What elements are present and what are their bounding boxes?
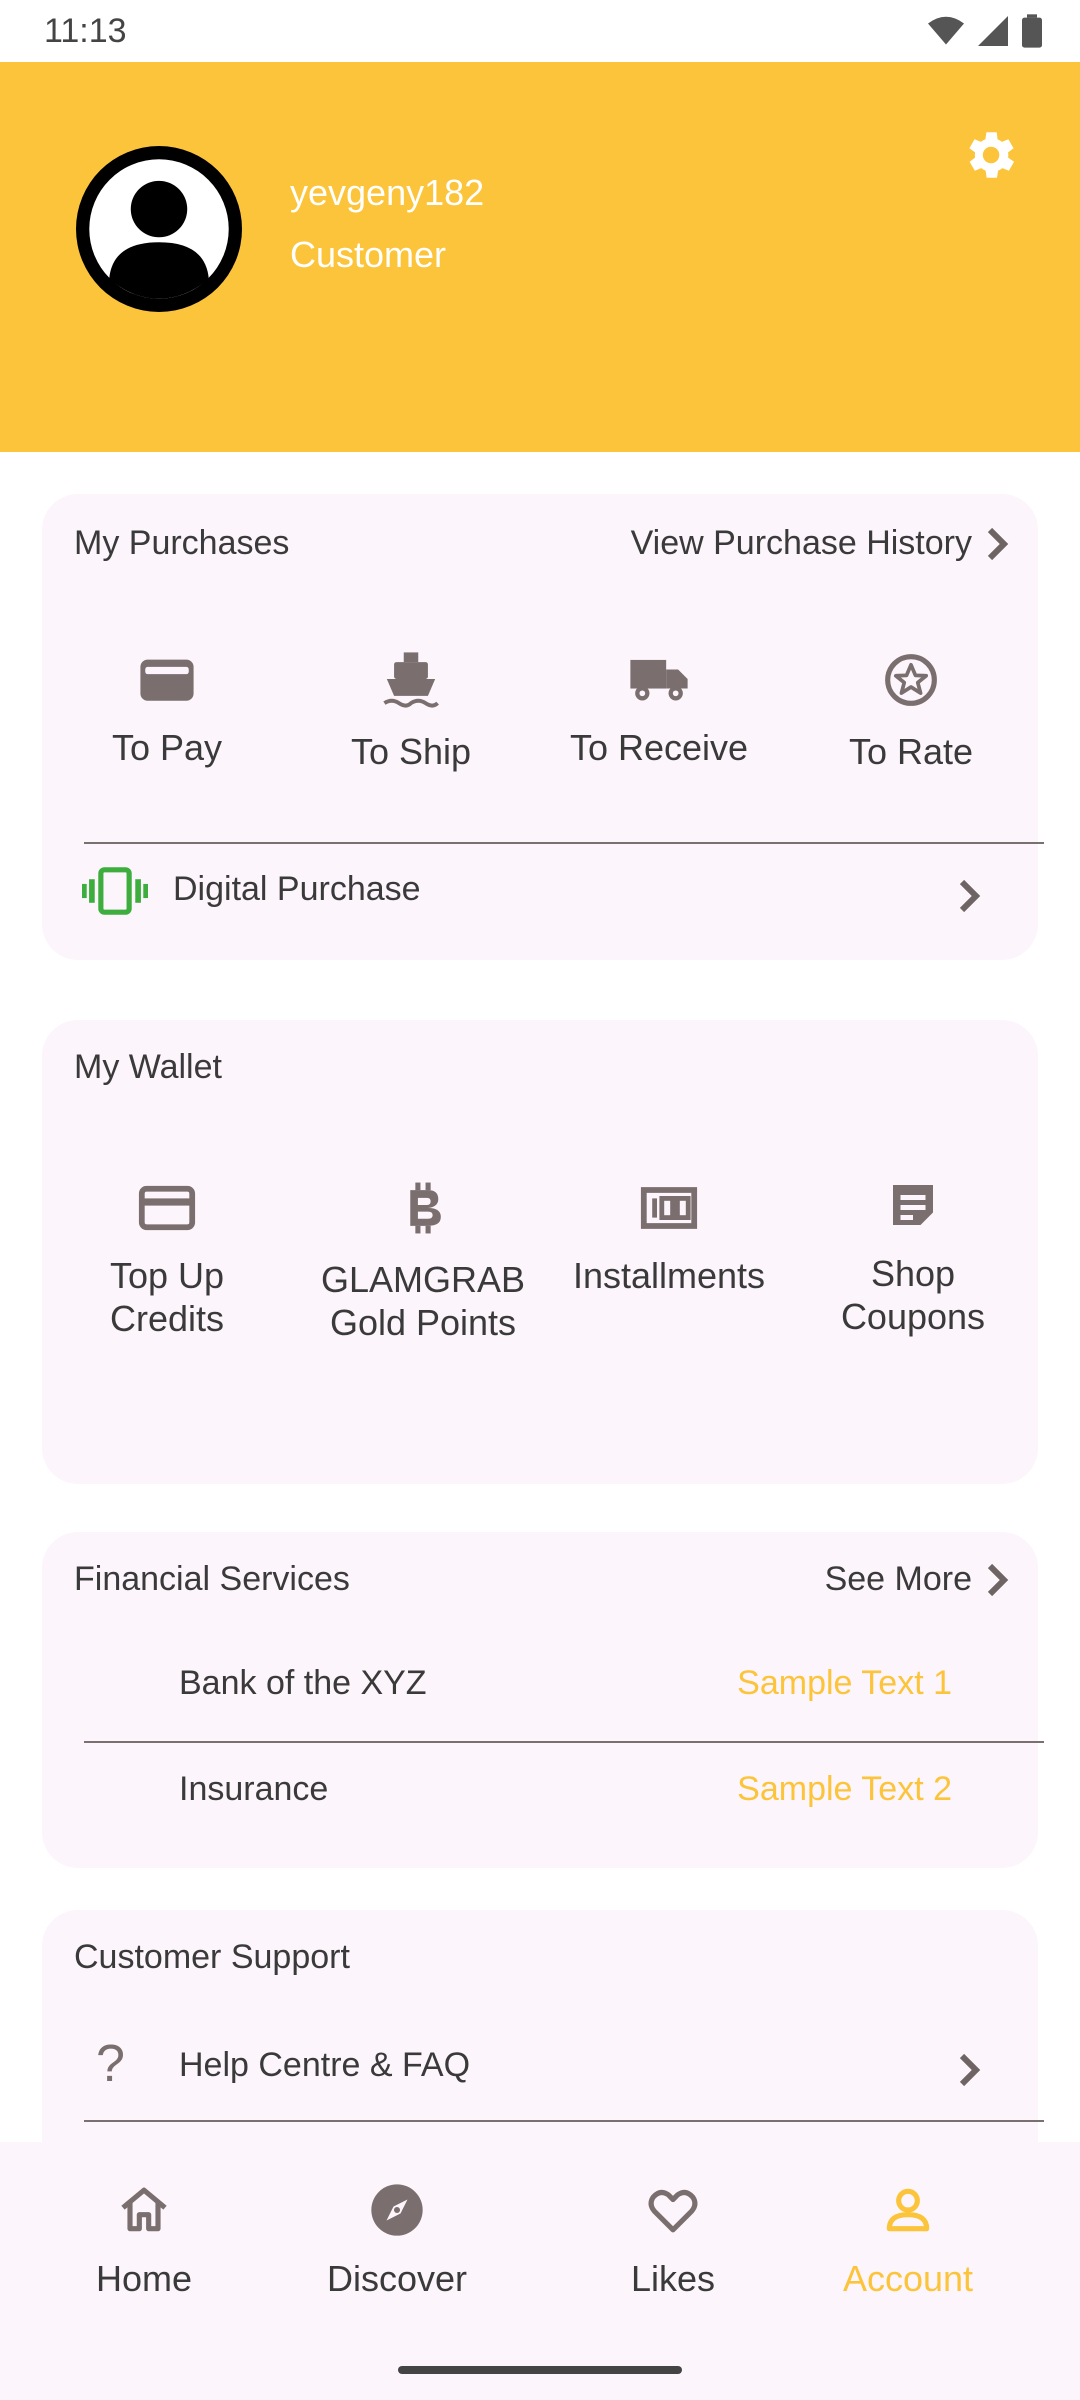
to-ship-label: To Ship bbox=[350, 731, 472, 772]
digital-purchase-row[interactable]: Digital Purchase bbox=[42, 846, 1038, 936]
insurance-row[interactable]: Insurance Sample Text 2 bbox=[42, 1746, 1038, 1836]
star-circle-icon bbox=[885, 654, 937, 706]
support-divider bbox=[84, 2120, 1044, 2122]
top-up-line2: Credits bbox=[109, 1298, 224, 1339]
to-pay-label: To Pay bbox=[111, 727, 223, 768]
question-icon: ? bbox=[96, 2035, 125, 2093]
bottom-nav: Home Discover Likes Account bbox=[0, 2142, 1080, 2400]
nav-home[interactable]: Home bbox=[44, 2182, 244, 2300]
shop-coupons-label: Shop Coupons bbox=[841, 1252, 985, 1338]
gold-points-line2: Gold Points bbox=[329, 1302, 517, 1343]
account-icon bbox=[886, 2188, 930, 2232]
profile-header: yevgeny182 Customer bbox=[0, 62, 1080, 452]
wallet-title: My Wallet bbox=[74, 1048, 222, 1086]
nav-account-label: Account bbox=[842, 2258, 974, 2299]
home-icon bbox=[121, 2187, 167, 2232]
chevron-right-icon bbox=[987, 1563, 1009, 1596]
shop-coupons-line1: Shop bbox=[870, 1253, 956, 1294]
top-up-credits-label: Top Up Credits bbox=[110, 1254, 224, 1340]
credit-card-icon bbox=[138, 1185, 196, 1231]
financial-services-title: Financial Services bbox=[74, 1560, 350, 1598]
chevron-right-icon bbox=[959, 2053, 981, 2087]
nav-home-label: Home bbox=[95, 2258, 193, 2299]
bank-label: Bank of the XYZ bbox=[179, 1664, 427, 1702]
bitcoin-icon bbox=[410, 1182, 441, 1234]
vibration-icon bbox=[82, 867, 148, 915]
top-up-line1: Top Up bbox=[109, 1255, 225, 1296]
coupon-icon bbox=[893, 1185, 933, 1225]
shop-coupons-line2: Coupons bbox=[840, 1296, 986, 1337]
status-time: 11:13 bbox=[44, 12, 127, 50]
wallet-icon bbox=[140, 659, 194, 701]
avatar-icon[interactable] bbox=[76, 146, 242, 312]
bank-row[interactable]: Bank of the XYZ Sample Text 1 bbox=[42, 1640, 1038, 1730]
insurance-label: Insurance bbox=[179, 1770, 329, 1808]
heart-icon bbox=[648, 2189, 698, 2233]
username: yevgeny182 bbox=[290, 172, 485, 213]
help-centre-row[interactable]: ? Help Centre & FAQ bbox=[42, 2024, 1038, 2114]
nav-likes[interactable]: Likes bbox=[573, 2182, 773, 2300]
signal-icon bbox=[978, 16, 1008, 46]
compass-icon bbox=[371, 2184, 423, 2236]
gold-points-button[interactable]: GLAMGRAB Gold Points bbox=[318, 1180, 528, 1344]
nav-likes-label: Likes bbox=[630, 2258, 716, 2299]
chevron-right-icon bbox=[987, 527, 1009, 560]
gold-points-line1: GLAMGRAB bbox=[320, 1259, 526, 1300]
purchases-card: My Purchases View Purchase History To Pa… bbox=[42, 494, 1044, 960]
to-rate-label: To Rate bbox=[848, 731, 974, 772]
wifi-icon bbox=[928, 16, 964, 45]
help-centre-label: Help Centre & FAQ bbox=[179, 2046, 471, 2084]
financial-divider bbox=[84, 1741, 1044, 1743]
purchases-divider bbox=[84, 842, 1044, 844]
top-up-credits-button[interactable]: Top Up Credits bbox=[82, 1184, 252, 1340]
chevron-right-icon bbox=[959, 879, 981, 913]
ship-icon bbox=[383, 652, 439, 708]
nav-discover[interactable]: Discover bbox=[297, 2182, 497, 2300]
see-more-link[interactable]: See More bbox=[825, 1560, 1010, 1599]
to-rate-button[interactable]: To Rate bbox=[826, 652, 996, 773]
status-icons bbox=[928, 14, 1042, 48]
to-ship-button[interactable]: To Ship bbox=[326, 650, 496, 773]
money-icon bbox=[640, 1187, 698, 1229]
wallet-card: My Wallet Top Up Credits GLAMGRAB Gold P… bbox=[42, 1020, 1038, 1484]
truck-icon bbox=[630, 659, 688, 701]
battery-icon bbox=[1022, 14, 1042, 48]
purchases-title: My Purchases bbox=[74, 524, 290, 562]
nav-account[interactable]: Account bbox=[808, 2182, 1008, 2300]
status-bar: 11:13 bbox=[0, 0, 1080, 62]
installments-label: Installments bbox=[572, 1255, 766, 1296]
home-indicator bbox=[398, 2366, 682, 2374]
insurance-value: Sample Text 2 bbox=[737, 1770, 952, 1808]
digital-purchase-label: Digital Purchase bbox=[173, 870, 421, 908]
installments-button[interactable]: Installments bbox=[564, 1184, 774, 1297]
to-receive-button-main[interactable]: To Receive bbox=[564, 654, 754, 769]
view-purchase-history-link[interactable]: View Purchase History bbox=[631, 524, 1010, 563]
to-pay-button[interactable]: To Pay bbox=[82, 654, 252, 769]
shop-coupons-button[interactable]: Shop Coupons bbox=[828, 1180, 998, 1338]
customer-support-title: Customer Support bbox=[74, 1938, 350, 1976]
financial-services-card: Financial Services See More Bank of the … bbox=[42, 1532, 1044, 1868]
to-receive-label: To Receive bbox=[569, 727, 749, 768]
gear-icon[interactable] bbox=[958, 124, 1020, 186]
see-more-label: See More bbox=[824, 1560, 972, 1598]
gold-points-label: GLAMGRAB Gold Points bbox=[321, 1258, 525, 1344]
bank-value: Sample Text 1 bbox=[737, 1664, 952, 1702]
view-purchase-history-label: View Purchase History bbox=[630, 524, 972, 562]
nav-discover-label: Discover bbox=[326, 2258, 468, 2299]
user-role: Customer bbox=[290, 234, 447, 275]
